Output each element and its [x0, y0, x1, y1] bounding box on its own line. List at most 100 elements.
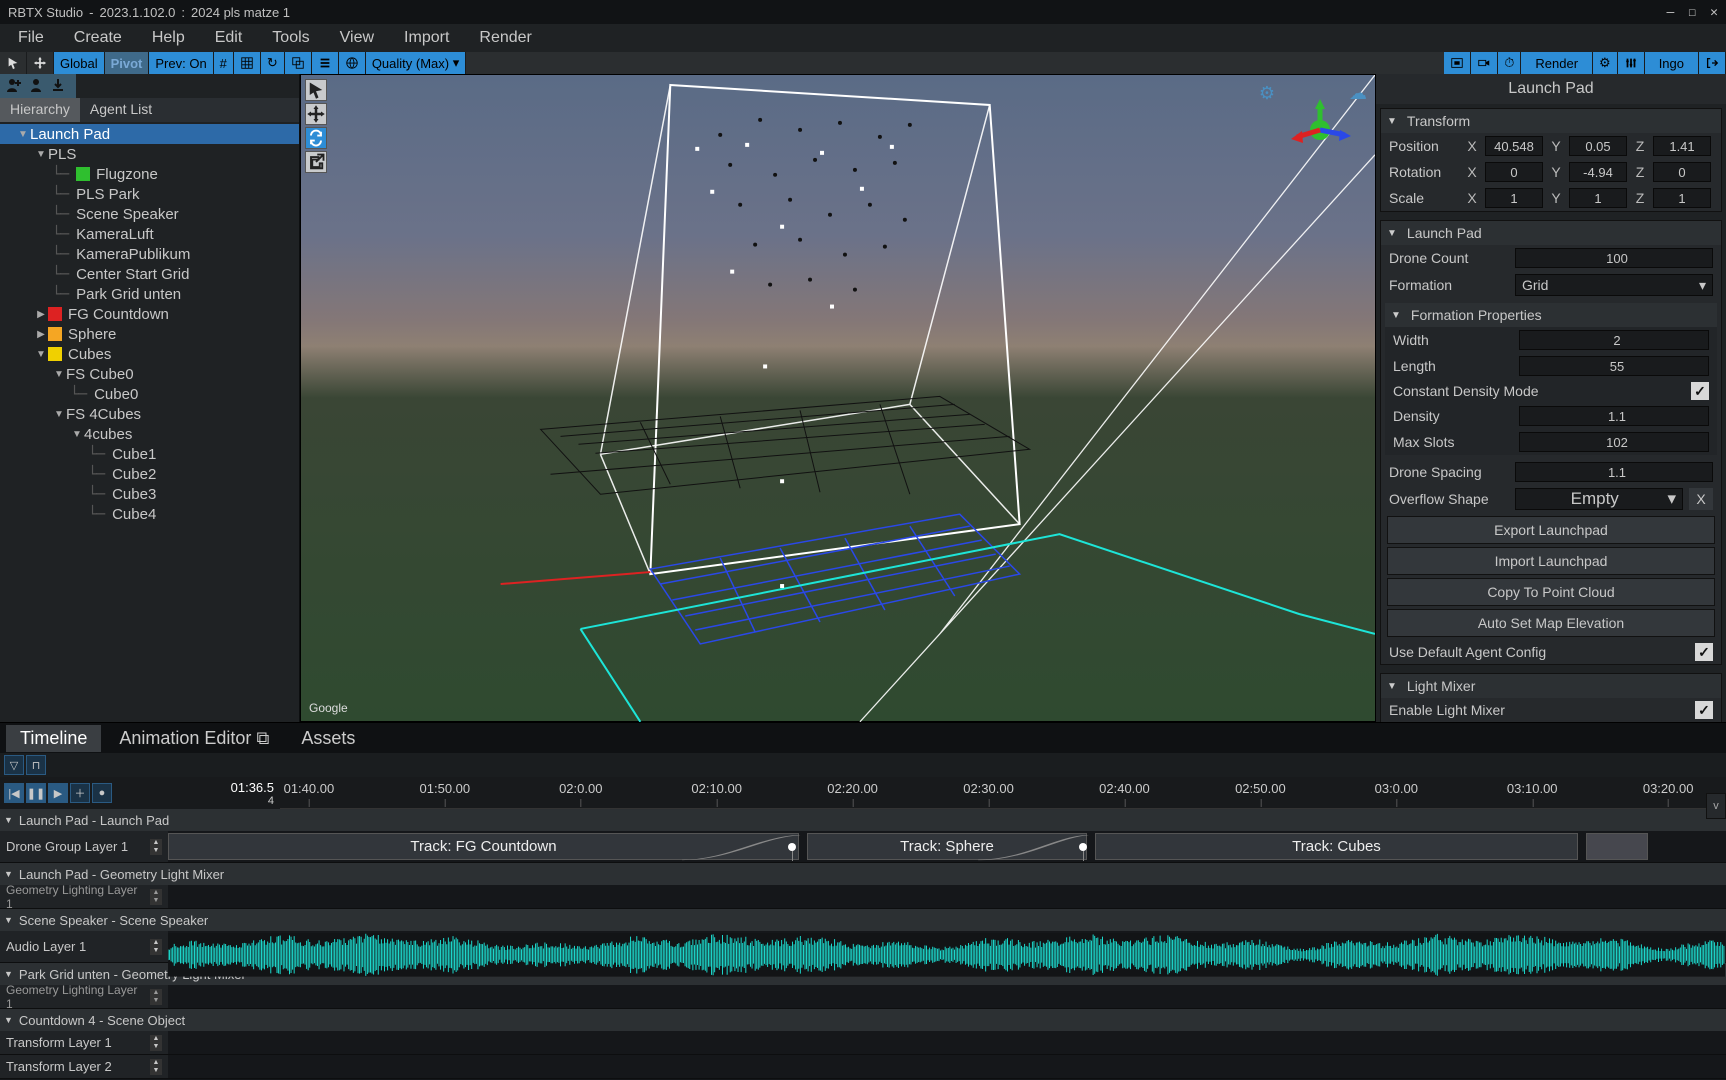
- transform-header[interactable]: ▼Transform: [1381, 109, 1721, 133]
- overflow-clear-button[interactable]: X: [1689, 488, 1713, 510]
- gear-icon[interactable]: ⚙: [1593, 52, 1618, 74]
- tree-row[interactable]: ▼4cubes: [0, 424, 299, 444]
- hash-icon[interactable]: #: [214, 52, 234, 74]
- side-expand-button[interactable]: v: [1706, 793, 1726, 819]
- density-input[interactable]: [1519, 406, 1709, 426]
- menu-import[interactable]: Import: [390, 25, 463, 51]
- import-launchpad-button[interactable]: Import Launchpad: [1387, 547, 1715, 575]
- timer-icon[interactable]: ⏱: [1498, 52, 1521, 74]
- expand-arrow-icon[interactable]: ▼: [34, 349, 48, 360]
- record-icon[interactable]: ●: [92, 783, 112, 803]
- layer-geo-lighting-1[interactable]: Geometry Lighting Layer 1▲▼: [0, 885, 168, 908]
- layer-drone-group[interactable]: Drone Group Layer 1▲▼: [0, 831, 168, 862]
- overlap-icon[interactable]: [285, 52, 312, 74]
- tree-row[interactable]: ▼FS Cube0: [0, 364, 299, 384]
- time-ruler[interactable]: 01:40.0001:50.0002:0.0002:10.0002:20.000…: [280, 777, 1726, 809]
- scale-x-input[interactable]: [1485, 188, 1543, 208]
- overflow-dropdown[interactable]: Empty▾: [1515, 488, 1683, 510]
- track-audio[interactable]: [168, 931, 1726, 962]
- auto-elevation-button[interactable]: Auto Set Map Elevation: [1387, 609, 1715, 637]
- list-icon[interactable]: [312, 52, 339, 74]
- expand-arrow-icon[interactable]: ▼: [34, 149, 48, 160]
- position-x-input[interactable]: [1485, 136, 1543, 156]
- layer-stepper[interactable]: ▲▼: [150, 1035, 162, 1051]
- tree-row[interactable]: └─ Cube4: [0, 504, 299, 524]
- spacing-input[interactable]: [1515, 462, 1713, 482]
- tab-timeline[interactable]: Timeline: [6, 725, 101, 752]
- render-button[interactable]: Render: [1521, 52, 1593, 74]
- menu-file[interactable]: File: [4, 25, 58, 51]
- camera-icon[interactable]: [1471, 52, 1498, 74]
- layer-stepper[interactable]: ▲▼: [150, 889, 162, 905]
- length-input[interactable]: [1519, 356, 1709, 376]
- layer-geo-lighting-2[interactable]: Geometry Lighting Layer 1▲▼: [0, 985, 168, 1008]
- viewport-3d[interactable]: ⚙ ☁ Google: [300, 74, 1376, 722]
- vp-select-icon[interactable]: [305, 79, 327, 101]
- layer-stepper[interactable]: ▲▼: [150, 939, 162, 955]
- space-global-button[interactable]: Global: [54, 52, 105, 74]
- width-input[interactable]: [1519, 330, 1709, 350]
- layer-stepper[interactable]: ▲▼: [150, 989, 162, 1005]
- close-button[interactable]: ✕: [1710, 5, 1718, 20]
- formation-props-header[interactable]: ▼Formation Properties: [1385, 303, 1717, 327]
- menu-create[interactable]: Create: [60, 25, 136, 51]
- expand-arrow-icon[interactable]: ▼: [70, 429, 84, 440]
- orientation-gizmo[interactable]: [1285, 95, 1355, 165]
- group-launchpad-launchpad[interactable]: ▼Launch Pad - Launch Pad: [0, 809, 1726, 831]
- tree-row[interactable]: ▼Cubes: [0, 344, 299, 364]
- menu-help[interactable]: Help: [138, 25, 199, 51]
- equalizer-icon[interactable]: [1618, 52, 1645, 74]
- quality-dropdown[interactable]: Quality (Max) ▾: [366, 52, 466, 74]
- pivot-button[interactable]: Pivot: [105, 52, 150, 74]
- export-launchpad-button[interactable]: Export Launchpad: [1387, 516, 1715, 544]
- maxslots-input[interactable]: [1519, 432, 1709, 452]
- tree-row[interactable]: └─ Cube0: [0, 384, 299, 404]
- track-drone-group[interactable]: Track: FG Countdown Track: Sphere Track:…: [168, 831, 1726, 862]
- position-y-input[interactable]: [1569, 136, 1627, 156]
- user-button[interactable]: Ingo: [1645, 52, 1699, 74]
- layer-audio[interactable]: Audio Layer 1▲▼: [0, 931, 168, 962]
- prev-toggle-button[interactable]: Prev: On: [149, 52, 213, 74]
- rotation-z-input[interactable]: [1653, 162, 1711, 182]
- menu-view[interactable]: View: [326, 25, 388, 51]
- tree-row[interactable]: └─ KameraLuft: [0, 224, 299, 244]
- move-tool-icon[interactable]: [27, 52, 54, 74]
- group-launchpad-lightmixer[interactable]: ▼Launch Pad - Geometry Light Mixer: [0, 863, 1726, 885]
- group-countdown4[interactable]: ▼Countdown 4 - Scene Object: [0, 1009, 1726, 1031]
- position-z-input[interactable]: [1653, 136, 1711, 156]
- layer-transform-1[interactable]: Transform Layer 1▲▼: [0, 1031, 168, 1054]
- tree-row[interactable]: └─ Park Grid unten: [0, 284, 299, 304]
- vp-sync-icon[interactable]: [305, 127, 327, 149]
- filter-icon[interactable]: ▽: [4, 755, 24, 775]
- snap-icon[interactable]: ⊓: [26, 755, 46, 775]
- default-agent-checkbox[interactable]: ✓: [1695, 643, 1713, 661]
- menu-edit[interactable]: Edit: [201, 25, 257, 51]
- track-transform-1[interactable]: [168, 1031, 1726, 1054]
- expand-arrow-icon[interactable]: ▼: [52, 409, 66, 420]
- layer-stepper[interactable]: ▲▼: [150, 1059, 162, 1075]
- scale-y-input[interactable]: [1569, 188, 1627, 208]
- tree-row[interactable]: ▶FG Countdown: [0, 304, 299, 324]
- play-icon[interactable]: ▶: [48, 783, 68, 803]
- refresh-icon[interactable]: ↻: [261, 52, 285, 74]
- tree-row[interactable]: └─ PLS Park: [0, 184, 299, 204]
- vp-export-icon[interactable]: [305, 151, 327, 173]
- add-key-icon[interactable]: ＋: [70, 783, 90, 803]
- tab-agent-list[interactable]: Agent List: [80, 98, 162, 122]
- logout-icon[interactable]: [1699, 52, 1726, 74]
- tree-row[interactable]: └─ Cube3: [0, 484, 299, 504]
- menu-render[interactable]: Render: [465, 25, 545, 51]
- cdm-checkbox[interactable]: ✓: [1691, 382, 1709, 400]
- tree-row[interactable]: └─ Flugzone: [0, 164, 299, 184]
- viewport-settings-icon[interactable]: ⚙: [1259, 83, 1275, 104]
- tree-row[interactable]: ▶Sphere: [0, 324, 299, 344]
- tree-row[interactable]: ▼Launch Pad: [0, 124, 299, 144]
- lightmixer-header[interactable]: ▼Light Mixer: [1381, 674, 1721, 698]
- goto-start-icon[interactable]: |◀: [4, 783, 24, 803]
- snapshot-icon[interactable]: [1444, 52, 1471, 74]
- maximize-button[interactable]: ☐: [1688, 5, 1696, 20]
- group-scene-speaker[interactable]: ▼Scene Speaker - Scene Speaker: [0, 909, 1726, 931]
- drone-count-input[interactable]: [1515, 248, 1713, 268]
- tab-hierarchy[interactable]: Hierarchy: [0, 98, 80, 122]
- hierarchy-tree[interactable]: ▼Launch Pad▼PLS└─ Flugzone└─ PLS Park└─ …: [0, 122, 299, 722]
